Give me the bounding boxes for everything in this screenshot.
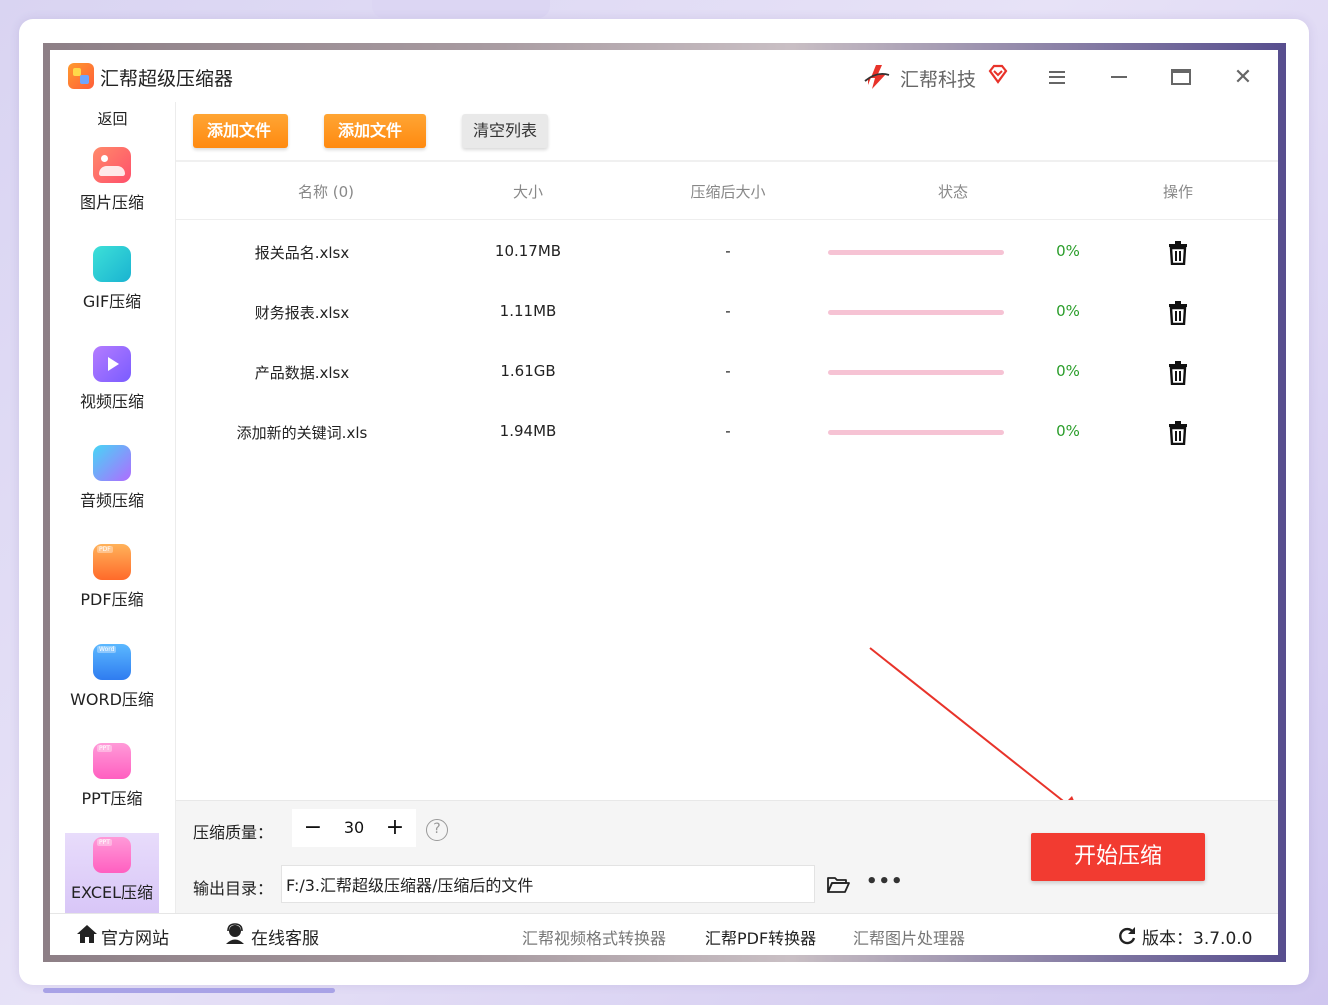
sidebar-item-label: 视频压缩 [79,392,144,411]
vip-diamond-icon[interactable] [986,62,1010,86]
file-name: 产品数据.xlsx [254,364,350,382]
background-tab [372,0,550,18]
folder-open-icon[interactable] [826,875,850,895]
refresh-icon[interactable] [1117,926,1137,946]
gif-icon [93,246,131,282]
file-name: 报关品名.xlsx [254,244,350,262]
increase-quality-button[interactable]: + [382,815,408,841]
sidebar-item-label: WORD压缩 [70,690,154,709]
header-action: 操作 [1162,183,1193,201]
version-label: 版本：3.7.0.0 [1142,929,1253,949]
more-options-icon[interactable]: ••• [866,871,904,892]
delete-icon[interactable] [1168,421,1188,445]
file-size: 1.94MB [499,422,557,440]
sidebar: 返回 图片压缩 GIF压缩 视频压缩 音频压缩 PDF PDF压缩 Word W… [50,102,175,913]
progress-percent: 0% [1056,362,1080,380]
file-name: 财务报表.xlsx [254,304,350,322]
delete-icon[interactable] [1168,241,1188,265]
delete-icon[interactable] [1168,361,1188,385]
sidebar-item-label: 图片压缩 [79,193,144,212]
table-header: 名称 (0) 大小 压缩后大小 状态 操作 [176,162,1278,220]
home-icon[interactable] [76,924,98,944]
app-window: 汇帮超级压缩器 汇帮科技 ✕ 返回 图片压缩 GIF压缩 视频压缩 音频压缩 P… [50,50,1278,955]
sidebar-item-video[interactable]: 视频压缩 [65,342,159,422]
brand-name: 汇帮科技 [900,69,977,91]
output-dir-label: 输出目录： [193,879,274,898]
quality-label: 压缩质量： [193,823,274,842]
add-folder-button[interactable]: 添加文件夹 [324,114,426,174]
compressed-size: - [725,422,731,440]
customer-service-icon[interactable] [225,923,245,945]
sidebar-item-gif[interactable]: GIF压缩 [65,242,159,322]
brand-logo-icon [864,65,890,89]
header-size: 大小 [512,183,543,201]
sidebar-item-label: EXCEL压缩 [70,883,154,902]
header-status: 状态 [937,183,968,201]
table-row: 添加新的关键词.xls 1.94MB - 0% [176,402,1278,462]
add-file-button[interactable]: 添加文件 [193,114,288,148]
quality-value[interactable]: 30 [332,818,376,837]
official-website-link[interactable]: 官方网站 [101,924,169,949]
footer: 官方网站 在线客服 汇帮视频格式转换器 汇帮PDF转换器 汇帮图片处理器 版本：… [50,913,1278,955]
progress-bar [828,310,1004,315]
footer-link-video-converter[interactable]: 汇帮视频格式转换器 [522,925,666,949]
image-icon [93,147,131,183]
close-icon[interactable]: ✕ [1228,62,1258,92]
file-size: 1.11MB [499,302,557,320]
table-row: 产品数据.xlsx 1.61GB - 0% [176,342,1278,402]
app-title: 汇帮超级压缩器 [100,68,234,90]
maximize-icon[interactable] [1166,62,1196,92]
progress-percent: 0% [1056,242,1080,260]
compressed-size: - [725,242,731,260]
word-icon: Word [93,644,131,680]
minimize-icon[interactable] [1104,62,1134,92]
clear-list-button[interactable]: 清空列表 [462,114,548,148]
quality-stepper: − 30 + [292,809,416,847]
progress-percent: 0% [1056,422,1080,440]
app-logo-icon [68,63,94,89]
settings-panel: 压缩质量： − 30 + ? 输出目录： ••• 开始压缩 [176,800,1278,913]
video-icon [93,346,131,382]
online-support-link[interactable]: 在线客服 [251,924,319,949]
sidebar-item-label: PPT压缩 [81,789,143,808]
pdf-icon: PDF [93,544,131,580]
header-name: 名称 (0) [297,183,355,201]
background-bar [43,988,335,993]
title-bar: 汇帮超级压缩器 汇帮科技 ✕ [50,50,1278,102]
file-size: 10.17MB [494,242,562,260]
compressed-size: - [725,302,731,320]
progress-bar [828,430,1004,435]
table-row: 财务报表.xlsx 1.11MB - 0% [176,282,1278,342]
sidebar-item-excel[interactable]: PPT EXCEL压缩 [65,833,159,913]
file-name: 添加新的关键词.xls [236,424,368,442]
ppt-icon: PPT [93,743,131,779]
footer-link-pdf-converter[interactable]: 汇帮PDF转换器 [705,925,816,949]
file-size: 1.61GB [500,362,556,380]
decrease-quality-button[interactable]: − [300,815,326,841]
audio-icon [93,445,131,481]
sidebar-item-label: 音频压缩 [79,491,144,510]
table-row: 报关品名.xlsx 10.17MB - 0% [176,222,1278,282]
menu-icon[interactable] [1042,62,1072,92]
start-compress-button[interactable]: 开始压缩 [1031,833,1205,881]
sidebar-item-pdf[interactable]: PDF PDF压缩 [65,540,159,620]
delete-icon[interactable] [1168,301,1188,325]
footer-link-image-processor[interactable]: 汇帮图片处理器 [853,925,965,949]
sidebar-item-ppt[interactable]: PPT PPT压缩 [65,739,159,819]
output-dir-field[interactable] [281,865,815,903]
help-icon[interactable]: ? [426,819,448,841]
header-compressed-size: 压缩后大小 [690,183,766,201]
excel-icon: PPT [93,837,131,873]
progress-bar [828,370,1004,375]
sidebar-item-image[interactable]: 图片压缩 [65,143,159,223]
compressed-size: - [725,362,731,380]
sidebar-item-label: PDF压缩 [80,590,144,609]
sidebar-item-word[interactable]: Word WORD压缩 [65,640,159,720]
back-link[interactable]: 返回 [50,108,175,129]
progress-bar [828,250,1004,255]
sidebar-item-label: GIF压缩 [82,292,142,311]
progress-percent: 0% [1056,302,1080,320]
sidebar-item-audio[interactable]: 音频压缩 [65,441,159,521]
